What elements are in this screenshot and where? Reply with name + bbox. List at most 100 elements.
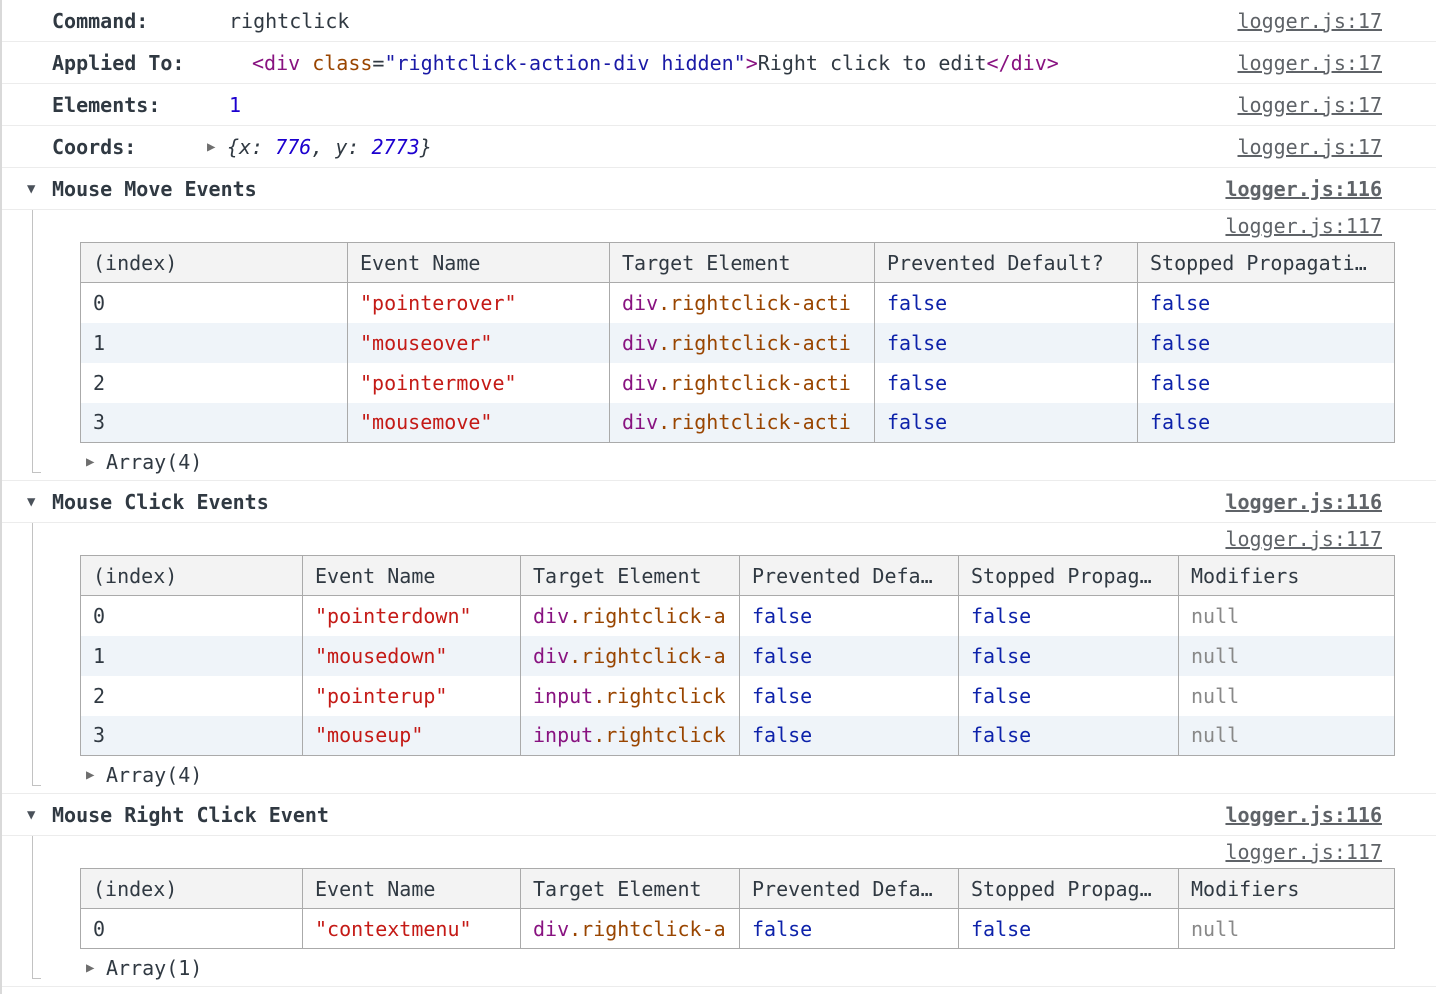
console-table: (index) Event Name Target Element Preven… — [80, 555, 1395, 756]
applied-to-element-preview[interactable]: <div class="rightclick-action-div hidden… — [252, 51, 1059, 75]
cell-target-element: div.rightclick-a — [521, 909, 740, 949]
console-group-mouse-click-events: ▼ Mouse Click Events logger.js:116 logge… — [2, 481, 1436, 794]
expand-triangle-icon[interactable]: ▶ — [86, 767, 106, 783]
table-header-row: (index) Event Name Target Element Preven… — [81, 556, 1395, 596]
collapse-triangle-icon[interactable]: ▼ — [27, 807, 52, 823]
cell-index: 3 — [81, 716, 303, 756]
table-message-link-row: logger.js:117 — [2, 523, 1436, 555]
column-header-event-name[interactable]: Event Name — [303, 869, 521, 909]
cell-modifiers: null — [1179, 596, 1395, 636]
target-tag: div — [622, 291, 658, 315]
source-link[interactable]: logger.js:116 — [1225, 490, 1382, 514]
column-header-target-element[interactable]: Target Element — [521, 556, 740, 596]
target-tag: div — [533, 644, 569, 668]
column-header-event-name[interactable]: Event Name — [348, 243, 610, 283]
table-row: 2 "pointermove" div.rightclick-acti fals… — [81, 363, 1395, 403]
group-header[interactable]: ▼ Mouse Right Click Event logger.js:116 — [2, 794, 1436, 836]
console-row-coords: Coords: ▶ {x: 776, y: 2773} logger.js:17 — [2, 126, 1436, 168]
cell-index: 3 — [81, 403, 348, 443]
expand-triangle-icon[interactable]: ▶ — [207, 139, 227, 155]
expand-triangle-icon[interactable]: ▶ — [86, 960, 106, 976]
group-header[interactable]: ▼ Mouse Move Events logger.js:116 — [2, 168, 1436, 210]
source-link[interactable]: logger.js:117 — [1225, 840, 1382, 864]
column-header-target-element[interactable]: Target Element — [521, 869, 740, 909]
array-preview-label[interactable]: Array(4) — [106, 450, 202, 474]
console-row-elements: Elements: 1 logger.js:17 — [2, 84, 1436, 126]
column-header-prevented-default[interactable]: Prevented Defa… — [740, 556, 959, 596]
cell-prevented-default: false — [740, 909, 959, 949]
cell-event-name: "mouseup" — [303, 716, 521, 756]
source-link[interactable]: logger.js:17 — [1238, 9, 1383, 33]
cell-index: 2 — [81, 676, 303, 716]
cell-prevented-default: false — [740, 716, 959, 756]
column-header-index[interactable]: (index) — [81, 243, 348, 283]
source-link[interactable]: logger.js:17 — [1238, 93, 1383, 117]
column-header-modifiers[interactable]: Modifiers — [1179, 556, 1395, 596]
target-tag: input — [533, 723, 593, 747]
group-body: logger.js:117 (index) Event Name Target … — [2, 836, 1436, 987]
cell-stopped-propagation: false — [959, 909, 1179, 949]
cell-event-name: "pointerup" — [303, 676, 521, 716]
cell-stopped-propagation: false — [959, 716, 1179, 756]
target-classes: .rightclick — [593, 723, 725, 747]
source-link[interactable]: logger.js:117 — [1225, 527, 1382, 551]
collapse-triangle-icon[interactable]: ▼ — [27, 494, 52, 510]
cell-event-name: "pointerdown" — [303, 596, 521, 636]
source-link[interactable]: logger.js:17 — [1238, 51, 1383, 75]
source-link[interactable]: logger.js:17 — [1238, 135, 1383, 159]
cell-stopped-propagation: false — [1138, 323, 1395, 363]
cell-prevented-default: false — [875, 403, 1138, 443]
cell-prevented-default: false — [740, 676, 959, 716]
coords-sep: , y: — [311, 135, 371, 159]
table-row: 3 "mousemove" div.rightclick-acti false … — [81, 403, 1395, 443]
target-classes: .rightclick — [593, 684, 725, 708]
cell-index: 0 — [81, 283, 348, 323]
coords-object-preview[interactable]: {x: 776, y: 2773} — [227, 135, 432, 159]
source-link[interactable]: logger.js:116 — [1225, 803, 1382, 827]
cell-index: 1 — [81, 323, 348, 363]
column-header-prevented-default[interactable]: Prevented Defa… — [740, 869, 959, 909]
array-preview-label[interactable]: Array(1) — [106, 956, 202, 980]
cell-modifiers: null — [1179, 636, 1395, 676]
cell-prevented-default: false — [875, 283, 1138, 323]
console-group-mouse-right-click-event: ▼ Mouse Right Click Event logger.js:116 … — [2, 794, 1436, 987]
target-tag: input — [533, 684, 593, 708]
cell-stopped-propagation: false — [1138, 403, 1395, 443]
element-attr-value: "rightclick-action-div hidden" — [384, 51, 745, 75]
column-header-stopped-propagation[interactable]: Stopped Propagati… — [1138, 243, 1395, 283]
target-tag: div — [622, 410, 658, 434]
array-preview-label[interactable]: Array(4) — [106, 763, 202, 787]
console-row-command: Command: rightclick logger.js:17 — [2, 0, 1436, 42]
column-header-prevented-default[interactable]: Prevented Default? — [875, 243, 1138, 283]
cell-index: 1 — [81, 636, 303, 676]
column-header-modifiers[interactable]: Modifiers — [1179, 869, 1395, 909]
cell-target-element: div.rightclick-acti — [610, 363, 875, 403]
target-tag: div — [622, 371, 658, 395]
cell-event-name: "mousemove" — [348, 403, 610, 443]
target-classes: .rightclick-a — [569, 644, 726, 668]
column-header-stopped-propagation[interactable]: Stopped Propag… — [959, 869, 1179, 909]
target-classes: .rightclick-acti — [658, 331, 851, 355]
source-link[interactable]: logger.js:116 — [1225, 177, 1382, 201]
target-tag: div — [622, 331, 658, 355]
source-link[interactable]: logger.js:117 — [1225, 214, 1382, 238]
table-row: 1 "mouseover" div.rightclick-acti false … — [81, 323, 1395, 363]
cell-modifiers: null — [1179, 909, 1395, 949]
collapse-triangle-icon[interactable]: ▼ — [27, 181, 52, 197]
column-header-target-element[interactable]: Target Element — [610, 243, 875, 283]
array-preview-row: ▶ Array(1) — [2, 949, 1436, 987]
group-header[interactable]: ▼ Mouse Click Events logger.js:116 — [2, 481, 1436, 523]
table-row: 2 "pointerup" input.rightclick false fal… — [81, 676, 1395, 716]
target-classes: .rightclick-acti — [658, 291, 851, 315]
cell-prevented-default: false — [875, 363, 1138, 403]
element-tag-bracket: > — [746, 51, 758, 75]
table-header-row: (index) Event Name Target Element Preven… — [81, 869, 1395, 909]
cell-event-name: "mousedown" — [303, 636, 521, 676]
column-header-index[interactable]: (index) — [81, 869, 303, 909]
column-header-stopped-propagation[interactable]: Stopped Propag… — [959, 556, 1179, 596]
expand-triangle-icon[interactable]: ▶ — [86, 454, 106, 470]
element-attr-name: class — [300, 51, 372, 75]
column-header-index[interactable]: (index) — [81, 556, 303, 596]
column-header-event-name[interactable]: Event Name — [303, 556, 521, 596]
coords-y-value: 2773 — [372, 135, 420, 159]
